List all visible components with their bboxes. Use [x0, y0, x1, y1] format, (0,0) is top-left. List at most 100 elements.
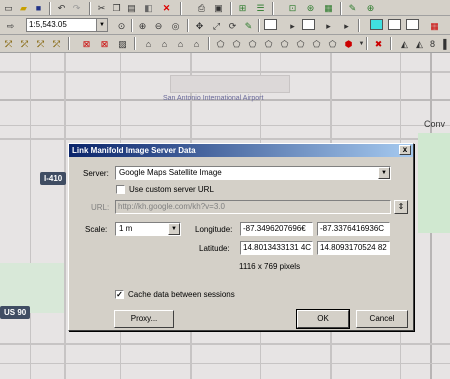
style-icon[interactable]: ▦ — [428, 20, 441, 32]
cache-data-checkbox[interactable]: ✓ — [115, 290, 124, 299]
edit-icon[interactable]: ✎ — [242, 20, 255, 32]
draw-point-icon[interactable]: ⌂ — [142, 38, 155, 50]
airport-area — [170, 75, 290, 93]
save-icon[interactable]: ■ — [32, 2, 45, 14]
shape-tool-icon[interactable]: ⬠ — [262, 38, 275, 50]
toolbar-separator — [340, 2, 342, 15]
pan-icon[interactable]: ✥ — [193, 20, 206, 32]
select-line-icon[interactable]: ⊠ — [98, 38, 111, 50]
url-field[interactable]: http://kh.google.com/kh?v=3.0 — [115, 200, 391, 214]
scale-select[interactable]: 1 m ▼ — [115, 222, 181, 236]
shape-tool-icon[interactable]: ⬠ — [326, 38, 339, 50]
layers-icon[interactable]: ☰ — [254, 2, 267, 14]
shape-tool-icon[interactable]: ⬠ — [278, 38, 291, 50]
cache-data-label: Cache data between sessions — [128, 290, 235, 299]
place-label: Conv — [424, 119, 446, 129]
copy-icon[interactable]: ❐ — [110, 2, 123, 14]
color-swatch-white[interactable] — [388, 19, 401, 30]
rotate-icon[interactable]: ◭ — [398, 38, 411, 50]
chevron-down-icon[interactable]: ▼ — [96, 19, 107, 31]
redo-icon[interactable]: ↷ — [70, 2, 83, 14]
draw-box-icon[interactable]: ⌂ — [190, 38, 203, 50]
toolbar-separator — [68, 37, 70, 50]
refresh-icon[interactable]: ⟳ — [226, 20, 239, 32]
toolbar-separator — [366, 37, 368, 50]
zoom-window-icon[interactable]: ◎ — [169, 20, 182, 32]
style-icon[interactable]: ▸ — [322, 20, 335, 32]
proxy-button[interactable]: Proxy... — [114, 310, 174, 328]
select-point-icon[interactable]: ⊠ — [80, 38, 93, 50]
paste-icon[interactable]: ▤ — [125, 2, 138, 14]
longitude-max-field[interactable]: -87.3376416936C — [317, 222, 390, 236]
open-folder-icon[interactable]: ▰ — [17, 2, 30, 14]
highway-shield-us90: US 90 — [0, 306, 31, 319]
toolbar-separator — [208, 37, 210, 50]
select-touching-icon[interactable]: ⤱ — [18, 38, 31, 50]
latitude-max-field[interactable]: 14.8093170524 82 — [317, 241, 390, 255]
park-area — [418, 133, 450, 233]
scroll-toolbar-icon[interactable]: ▌ — [440, 38, 450, 50]
shape-tool-icon[interactable]: ⬠ — [294, 38, 307, 50]
select-inside-icon[interactable]: ⤱ — [34, 38, 47, 50]
delete-tool-icon[interactable]: ✖ — [372, 38, 385, 50]
style-icon[interactable]: ▸ — [340, 20, 353, 32]
chevron-down-icon[interactable]: ▼ — [378, 167, 390, 179]
select-tool-icon[interactable]: ⤱ — [2, 38, 15, 50]
draw-line-icon[interactable]: ⌂ — [158, 38, 171, 50]
paste-special-icon[interactable]: ◧ — [142, 2, 155, 14]
align-icon[interactable]: ◭ — [413, 38, 426, 50]
airport-label: San Antonio International Airport — [163, 95, 264, 102]
latitude-label: Latitude: — [199, 244, 230, 253]
drawing-icon[interactable]: ✎ — [346, 2, 359, 14]
toolbar-separator — [134, 37, 136, 50]
color-swatch-cyan[interactable] — [370, 19, 383, 30]
tools-toolbar: ⤱ ⤱ ⤱ ⤱ ⊠ ⊠ ▨ ⌂ ⌂ ⌂ ⌂ ⬠ ⬠ ⬠ ⬠ ⬠ ⬠ ⬠ ⬠ ⬢ … — [0, 35, 450, 53]
zoom-out-icon[interactable]: ⊖ — [152, 20, 165, 32]
dialog-titlebar[interactable]: Link Manifold Image Server Data x — [69, 144, 413, 157]
map-icon[interactable]: ⊕ — [364, 2, 377, 14]
style-icon[interactable]: ▸ — [286, 20, 299, 32]
shape-tool-icon[interactable]: ⬠ — [246, 38, 259, 50]
use-custom-url-checkbox[interactable] — [116, 185, 125, 194]
zoom-extent-icon[interactable]: ⤢ — [210, 20, 223, 32]
zoom-icon[interactable]: ⊙ — [115, 20, 128, 32]
toolbar-separator — [131, 19, 133, 32]
select-box-icon[interactable]: ⤱ — [50, 38, 63, 50]
ok-button[interactable]: OK — [296, 309, 350, 329]
color-swatch-white[interactable] — [264, 19, 277, 30]
latitude-min-field[interactable]: 14.8013433131 4C — [240, 241, 313, 255]
cut-icon[interactable]: ✂ — [95, 2, 108, 14]
undo-icon[interactable]: ↶ — [55, 2, 68, 14]
cancel-button[interactable]: Cancel — [356, 310, 408, 328]
server-select[interactable]: Google Maps Satellite Image ▼ — [115, 166, 391, 180]
select-area-icon[interactable]: ▨ — [116, 38, 129, 50]
longitude-min-field[interactable]: -87.3496207696€ — [240, 222, 313, 236]
color-swatch-white[interactable] — [302, 19, 315, 30]
pointer-icon[interactable]: ⇨ — [4, 20, 17, 32]
shape-tool-icon[interactable]: ⬠ — [310, 38, 323, 50]
print-preview-icon[interactable]: ▣ — [212, 2, 225, 14]
toolbar-separator — [180, 2, 182, 15]
url-options-button[interactable]: ⇕ — [394, 200, 408, 214]
view-toolbar: ⇨ 1:5,543.05 ▼ ⊙ ⊕ ⊖ ◎ ✥ ⤢ ⟳ ✎ ▸ ▸ ▸ ▦ — [0, 16, 450, 35]
shape-tool-icon[interactable]: ⬠ — [230, 38, 243, 50]
shape-tool-icon[interactable]: ⬠ — [214, 38, 227, 50]
color-swatch-white[interactable] — [406, 19, 419, 30]
table-icon[interactable]: ▦ — [322, 2, 335, 14]
toolbar-separator — [187, 19, 189, 32]
chevron-down-icon[interactable]: ▼ — [168, 223, 180, 235]
zoom-in-icon[interactable]: ⊕ — [136, 20, 149, 32]
component-icon[interactable]: ⊡ — [286, 2, 299, 14]
refresh-icon: ⇕ — [397, 202, 405, 211]
project-icon[interactable]: ⊞ — [236, 2, 249, 14]
print-icon[interactable]: ⎙ — [195, 2, 208, 14]
select-red-icon[interactable]: ⬢ — [342, 38, 355, 50]
query-icon[interactable]: ⊛ — [304, 2, 317, 14]
scale-value: 1:5,543.05 — [29, 20, 67, 29]
scale-combo[interactable]: 1:5,543.05 ▼ — [26, 18, 108, 32]
close-button[interactable]: x — [399, 145, 411, 155]
draw-area-icon[interactable]: ⌂ — [174, 38, 187, 50]
new-file-icon[interactable]: ▭ — [2, 2, 15, 14]
delete-icon[interactable]: ✕ — [160, 2, 173, 14]
server-value: Google Maps Satellite Image — [119, 168, 222, 177]
